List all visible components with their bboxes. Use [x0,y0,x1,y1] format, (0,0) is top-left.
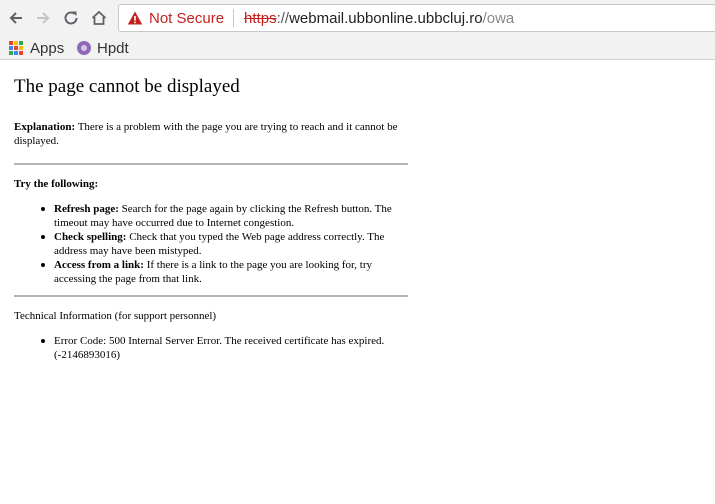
tech-heading: Technical Information (for support perso… [14,310,217,322]
explanation-paragraph: Explanation: There is a problem with the… [14,120,408,148]
home-icon [91,10,107,25]
suggestion-label: Check spelling: [54,231,127,243]
browser-toolbar: Not Secure https://webmail.ubbonline.ubb… [0,0,715,36]
url-scheme: https [244,9,277,27]
url-path: /owa [482,9,515,27]
bookmark-apps-label: Apps [30,39,65,57]
address-separator [233,9,235,27]
try-heading-text: Try the following: [14,178,99,190]
tech-info-list: Error Code: 500 Internal Server Error. T… [41,334,408,362]
page-title: The page cannot be displayed [14,76,240,97]
forward-button[interactable] [31,6,55,30]
address-bar[interactable]: Not Secure https://webmail.ubbonline.ubb… [118,4,715,32]
apps-grid-icon [9,41,23,55]
list-item: Refresh page: Search for the page again … [41,202,408,230]
bookmark-apps[interactable]: Apps [9,38,64,58]
bookmark-hpdt[interactable]: Hpdt [77,38,129,58]
divider [14,295,408,297]
list-item: Check spelling: Check that you typed the… [41,230,408,258]
reload-button[interactable] [59,6,83,30]
back-button[interactable] [4,6,28,30]
reload-icon [64,11,78,25]
list-item: Access from a link: If there is a link t… [41,258,408,286]
suggestion-list: Refresh page: Search for the page again … [41,202,408,286]
bookmark-hpdt-label: Hpdt [97,39,129,57]
try-heading: Try the following: [14,177,408,191]
home-button[interactable] [87,6,111,30]
hpdt-favicon-icon [77,41,91,55]
back-icon [9,12,22,24]
not-secure-label[interactable]: Not Secure [149,10,224,27]
forward-icon [37,12,50,24]
url-scheme-separator: :// [276,9,290,27]
warning-icon [127,11,143,25]
suggestion-label: Access from a link: [54,259,144,271]
explanation-label: Explanation: [14,121,76,133]
error-code-item: Error Code: 500 Internal Server Error. T… [41,334,408,362]
suggestion-label: Refresh page: [54,203,119,215]
bookmarks-bar: Apps Hpdt [0,36,715,60]
divider [14,163,408,165]
url-host: webmail.ubbonline.ubbcluj.ro [289,9,483,27]
